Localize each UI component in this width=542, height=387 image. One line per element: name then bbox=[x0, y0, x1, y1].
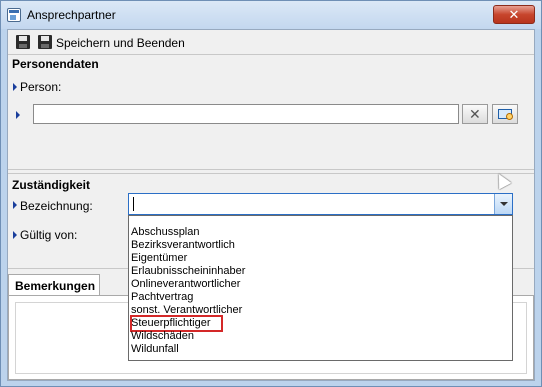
app-icon bbox=[7, 8, 21, 22]
dropdown-item-onlineverantwortlicher[interactable]: Onlineverantwortlicher bbox=[131, 278, 240, 291]
tab-bemerkungen[interactable]: Bemerkungen bbox=[8, 274, 100, 296]
dropdown-item-eigentuemer[interactable]: Eigentümer bbox=[131, 252, 187, 265]
person-input[interactable] bbox=[33, 104, 459, 124]
dropdown-item-abschussplan[interactable]: Abschussplan bbox=[131, 226, 200, 239]
dropdown-item-erlaubnisscheininhaber[interactable]: Erlaubnisscheininhaber bbox=[131, 265, 245, 278]
gueltig-von-label: Gültig von: bbox=[20, 228, 78, 242]
bezeichnung-combobox[interactable] bbox=[128, 193, 513, 215]
title-bar[interactable]: Ansprechpartner ✕ bbox=[1, 1, 541, 29]
dropdown-item-wildschaeden[interactable]: Wildschäden bbox=[131, 330, 194, 343]
select-person-button[interactable] bbox=[492, 104, 518, 124]
dropdown-arrow-icon[interactable] bbox=[494, 194, 512, 214]
bezeichnung-dropdown-list: Abschussplan Bezirksverantwortlich Eigen… bbox=[128, 215, 513, 361]
row-marker-icon bbox=[16, 111, 20, 119]
dialog-content: Speichern und Beenden Personendaten Pers… bbox=[7, 29, 535, 381]
dropdown-item-wildunfall[interactable]: Wildunfall bbox=[131, 343, 179, 356]
clear-person-button[interactable]: ✕ bbox=[462, 104, 488, 124]
save-icon[interactable] bbox=[16, 35, 30, 49]
close-button[interactable]: ✕ bbox=[493, 5, 535, 24]
clear-icon: ✕ bbox=[469, 106, 481, 122]
group-title-personendaten: Personendaten bbox=[12, 57, 99, 71]
bezeichnung-label: Bezeichnung: bbox=[20, 199, 93, 213]
dropdown-item-bezirksverantwortlich[interactable]: Bezirksverantwortlich bbox=[131, 239, 235, 252]
save-and-close-button[interactable]: Speichern und Beenden bbox=[56, 36, 185, 50]
dropdown-item-steuerpflichtiger[interactable]: Steuerpflichtiger bbox=[130, 315, 223, 332]
required-marker-icon bbox=[13, 201, 17, 209]
group-title-zustaendigkeit: Zuständigkeit bbox=[12, 178, 91, 192]
save-and-close-icon[interactable] bbox=[38, 35, 52, 49]
select-person-icon bbox=[498, 109, 513, 120]
dialog-window: Ansprechpartner ✕ Speichern und Beenden … bbox=[0, 0, 542, 387]
text-caret bbox=[133, 197, 134, 211]
group-personendaten: Personendaten Person: ✕ bbox=[8, 54, 534, 170]
person-label: Person: bbox=[20, 80, 62, 94]
window-title: Ansprechpartner bbox=[27, 8, 116, 22]
toolbar: Speichern und Beenden bbox=[8, 30, 534, 54]
dropdown-item-pachtvertrag[interactable]: Pachtvertrag bbox=[131, 291, 193, 304]
required-marker-icon bbox=[13, 83, 17, 91]
required-marker-icon bbox=[13, 231, 17, 239]
